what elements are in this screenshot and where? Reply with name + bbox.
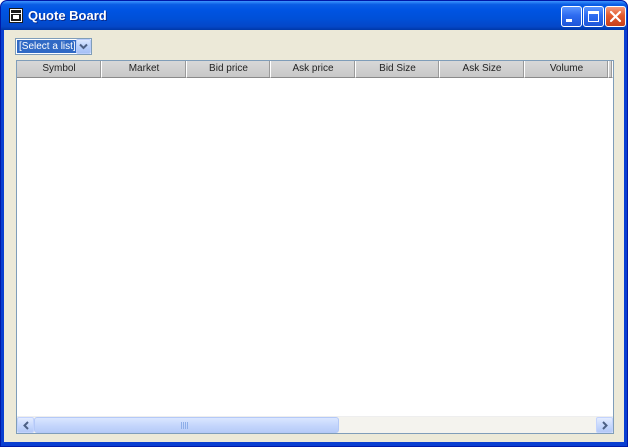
scroll-thumb[interactable] (34, 417, 339, 433)
maximize-button[interactable] (583, 6, 604, 27)
grid-body[interactable] (17, 78, 613, 415)
horizontal-scrollbar[interactable] (17, 416, 613, 433)
grip-icon (181, 422, 189, 429)
close-button[interactable] (605, 6, 626, 27)
chevron-right-icon (602, 421, 608, 430)
column-header-bid-size[interactable]: Bid Size (356, 61, 440, 78)
column-header-ask-size[interactable]: Ask Size (440, 61, 525, 78)
window-bottom-border (1, 442, 627, 446)
column-header-filler (609, 61, 613, 78)
list-select-dropdown[interactable]: [Select a list] (15, 38, 92, 55)
column-header-market[interactable]: Market (102, 61, 187, 78)
column-header-symbol[interactable]: Symbol (17, 61, 102, 78)
title-bar[interactable]: Quote Board (1, 1, 627, 30)
chevron-down-icon (79, 43, 88, 50)
scroll-left-button[interactable] (17, 417, 34, 433)
column-header-bid-price[interactable]: Bid price (187, 61, 271, 78)
column-header-ask-price[interactable]: Ask price (271, 61, 356, 78)
scroll-right-button[interactable] (596, 417, 613, 433)
chevron-left-icon (23, 421, 29, 430)
quote-board-window: Quote Board [Select a list] Symbol Marke… (0, 0, 628, 447)
window-title: Quote Board (28, 8, 107, 23)
quote-grid[interactable]: Symbol Market Bid price Ask price Bid Si… (16, 60, 614, 434)
close-icon (609, 10, 622, 23)
minimize-icon (566, 19, 572, 22)
app-icon (9, 8, 23, 23)
list-select-value: [Select a list] (17, 40, 78, 53)
column-header-volume[interactable]: Volume (525, 61, 609, 78)
grid-header: Symbol Market Bid price Ask price Bid Si… (17, 61, 613, 78)
minimize-button[interactable] (561, 6, 582, 27)
list-select-toggle-button[interactable] (76, 39, 91, 54)
window-client-area: [Select a list] Symbol Market Bid price … (4, 30, 624, 443)
maximize-icon (588, 11, 599, 22)
